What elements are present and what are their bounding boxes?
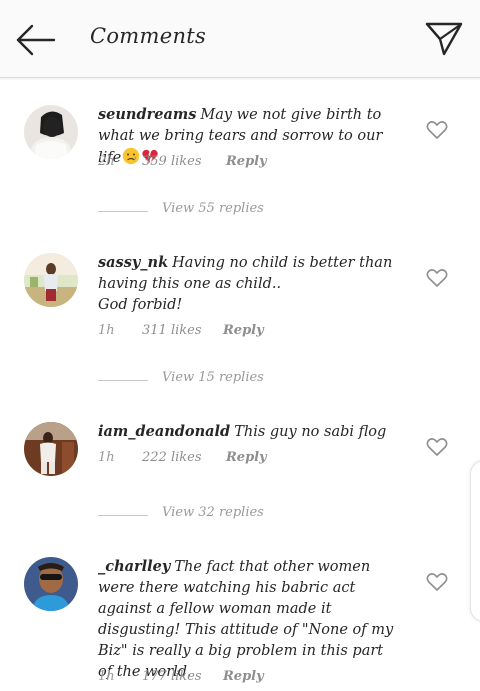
avatar[interactable] (24, 253, 78, 307)
heart-icon[interactable] (426, 437, 448, 457)
comments-list: seundreams May we not give birth to what … (0, 78, 480, 691)
comment-body: sassy_nk Having no child is better than h… (98, 252, 398, 316)
top-bar: Comments (0, 0, 480, 78)
comment-text: The fact that other women were there wat… (98, 559, 394, 680)
view-replies-button[interactable]: View 32 replies (98, 505, 298, 525)
heart-icon[interactable] (426, 572, 448, 592)
comment-likes[interactable]: 311 likes (142, 323, 202, 338)
scroll-handle[interactable] (470, 460, 480, 622)
comment-time: 1h (98, 669, 115, 684)
view-replies-label: View 15 replies (162, 370, 264, 385)
share-button[interactable] (424, 20, 464, 58)
view-replies-button[interactable]: View 55 replies (98, 201, 298, 221)
comment-body: _charlley The fact that other women were … (98, 556, 398, 683)
comment-username[interactable]: _charlley (98, 558, 170, 575)
comment-username[interactable]: sassy_nk (98, 254, 168, 271)
reply-button[interactable]: Reply (223, 323, 264, 338)
reply-button[interactable]: Reply (226, 450, 267, 465)
back-button[interactable] (14, 22, 58, 58)
comment-likes[interactable]: 359 likes (142, 154, 202, 169)
heart-icon[interactable] (426, 120, 448, 140)
avatar[interactable] (24, 422, 78, 476)
comment-likes[interactable]: 222 likes (142, 450, 202, 465)
comment-time: 1h (98, 323, 115, 338)
avatar[interactable] (24, 105, 78, 159)
view-replies-label: View 32 replies (162, 505, 264, 520)
comment-text-line2: God forbid! (98, 297, 183, 313)
divider (98, 380, 148, 381)
comment-body: iam_deandonald This guy no sabi flog (98, 421, 398, 443)
page-title: Comments (90, 24, 207, 48)
sad-face-emoji-icon (123, 147, 140, 165)
view-replies-button[interactable]: View 15 replies (98, 370, 298, 390)
comment-time: 2h (98, 154, 115, 169)
arrow-left-icon (16, 24, 56, 56)
comment-likes[interactable]: 177 likes (142, 669, 202, 684)
reply-button[interactable]: Reply (223, 669, 264, 684)
reply-button[interactable]: Reply (226, 154, 267, 169)
divider (98, 515, 148, 516)
paper-plane-icon (425, 22, 463, 56)
comment-time: 1h (98, 450, 115, 465)
avatar[interactable] (24, 557, 78, 611)
comment-username[interactable]: seundreams (98, 106, 196, 123)
divider (98, 211, 148, 212)
comment-username[interactable]: iam_deandonald (98, 423, 230, 440)
view-replies-label: View 55 replies (162, 201, 264, 216)
heart-icon[interactable] (426, 268, 448, 288)
comment-text: This guy no sabi flog (234, 424, 387, 440)
